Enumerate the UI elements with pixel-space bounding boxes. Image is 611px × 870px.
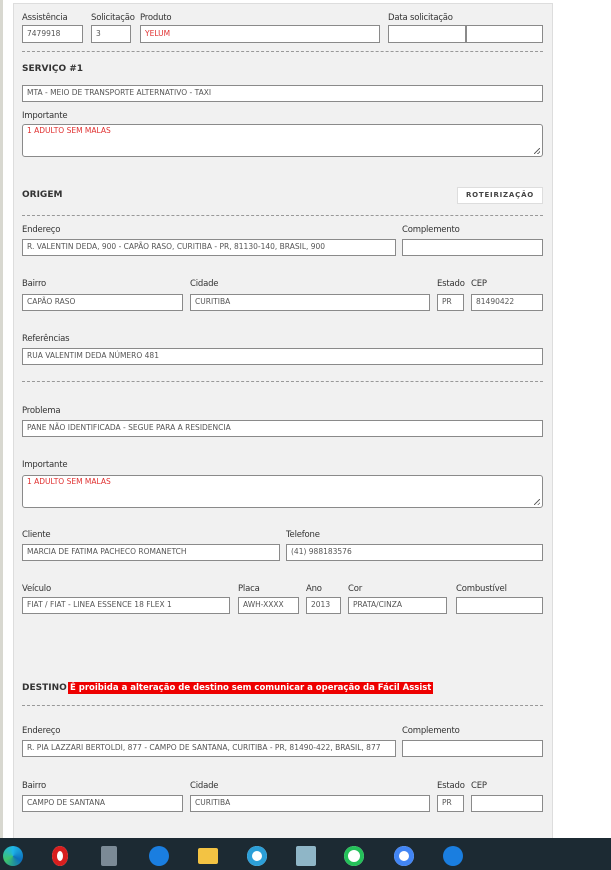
destino-estado-label: Estado — [437, 781, 465, 791]
google-maps-icon[interactable] — [394, 846, 414, 866]
origem-endereco-label: Endereço — [22, 225, 61, 235]
problema-input[interactable]: PANE NÃO IDENTIFICADA - SEGUE PARA A RES… — [22, 420, 543, 437]
destino-endereco-label: Endereço — [22, 726, 61, 736]
assistencia-input[interactable]: 7479918 — [22, 25, 83, 43]
phone-icon[interactable] — [149, 846, 169, 866]
solicitacao-input[interactable]: 3 — [91, 25, 131, 43]
origem-complemento-input[interactable] — [402, 239, 543, 256]
origem-estado-input[interactable]: PR — [437, 294, 464, 311]
origem-cep-label: CEP — [471, 279, 487, 289]
produto-input[interactable]: YELUM — [140, 25, 380, 43]
edge-icon[interactable] — [3, 846, 23, 866]
importante-text: 1 ADULTO SEM MALAS — [27, 126, 111, 135]
cliente-label: Cliente — [22, 530, 51, 540]
divider — [22, 51, 543, 52]
placa-input[interactable]: AWH-XXXX — [238, 597, 299, 614]
produto-label: Produto — [140, 13, 172, 23]
divider — [22, 705, 543, 706]
importante-text-2: 1 ADULTO SEM MALAS — [27, 477, 111, 486]
origem-cidade-input[interactable]: CURITIBA — [190, 294, 430, 311]
destino-cidade-input[interactable]: CURITIBA — [190, 795, 430, 812]
notepad-icon[interactable] — [296, 846, 316, 866]
ano-label: Ano — [306, 584, 322, 594]
destino-estado-input[interactable]: PR — [437, 795, 464, 812]
divider — [22, 381, 543, 382]
cliente-input[interactable]: MARCIA DE FATIMA PACHECO ROMANETCH — [22, 544, 280, 561]
taskbar — [0, 838, 611, 870]
combustivel-input[interactable] — [456, 597, 543, 614]
servico-tipo-input[interactable]: MTA - MEIO DE TRANSPORTE ALTERNATIVO - T… — [22, 85, 543, 102]
resize-grip-icon[interactable] — [534, 148, 540, 154]
ano-input[interactable]: 2013 — [306, 597, 341, 614]
destino-cep-input[interactable] — [471, 795, 543, 812]
data-solicitacao-date-input[interactable] — [388, 25, 466, 43]
importante-label-2: Importante — [22, 460, 68, 470]
assistencia-label: Assistência — [22, 13, 68, 23]
origem-bairro-input[interactable]: CAPÃO RASO — [22, 294, 183, 311]
destino-cep-label: CEP — [471, 781, 487, 791]
calculator-icon[interactable] — [101, 846, 117, 866]
combustivel-label: Combustível — [456, 584, 507, 594]
importante-textarea[interactable]: 1 ADULTO SEM MALAS — [22, 124, 543, 157]
phone-icon[interactable] — [443, 846, 463, 866]
referencias-input[interactable]: RUA VALENTIM DEDA NÚMERO 481 — [22, 348, 543, 365]
roteirizacao-button[interactable]: ROTEIRIZAÇÃO — [457, 187, 543, 204]
referencias-label: Referências — [22, 334, 70, 344]
destino-complemento-input[interactable] — [402, 740, 543, 757]
problema-label: Problema — [22, 406, 61, 416]
veiculo-label: Veículo — [22, 584, 51, 594]
origem-cidade-label: Cidade — [190, 279, 219, 289]
origem-bairro-label: Bairro — [22, 279, 47, 289]
divider — [22, 215, 543, 216]
whatsapp-icon[interactable] — [344, 846, 364, 866]
importante-label: Importante — [22, 111, 68, 121]
window-edge — [0, 0, 3, 870]
chrome-profile-icon[interactable] — [247, 846, 267, 866]
opera-icon[interactable] — [52, 846, 68, 866]
destino-bairro-input[interactable]: CAMPO DE SANTANA — [22, 795, 183, 812]
file-explorer-icon[interactable] — [198, 848, 218, 864]
cor-input[interactable]: PRATA/CINZA — [348, 597, 447, 614]
servico-title: SERVIÇO #1 — [22, 64, 84, 74]
veiculo-input[interactable]: FIAT / FIAT - LINEA ESSENCE 18 FLEX 1 — [22, 597, 230, 614]
origem-endereco-input[interactable]: R. VALENTIN DEDA, 900 - CAPÃO RASO, CURI… — [22, 239, 396, 256]
placa-label: Placa — [238, 584, 260, 594]
data-solicitacao-label: Data solicitação — [388, 13, 453, 23]
origem-estado-label: Estado — [437, 279, 465, 289]
importante-textarea-2[interactable]: 1 ADULTO SEM MALAS — [22, 475, 543, 508]
data-solicitacao-time-input[interactable] — [466, 25, 543, 43]
destino-endereco-input[interactable]: R. PIA LAZZARI BERTOLDI, 877 - CAMPO DE … — [22, 740, 396, 757]
destino-cidade-label: Cidade — [190, 781, 219, 791]
destino-warning-badge: É proibida a alteração de destino sem co… — [68, 682, 434, 694]
destino-title: DESTINO — [22, 683, 67, 693]
cor-label: Cor — [348, 584, 363, 594]
telefone-input[interactable]: (41) 988183576 — [286, 544, 543, 561]
resize-grip-icon[interactable] — [534, 499, 540, 505]
destino-complemento-label: Complemento — [402, 726, 460, 736]
origem-cep-input[interactable]: 81490422 — [471, 294, 543, 311]
destino-bairro-label: Bairro — [22, 781, 47, 791]
telefone-label: Telefone — [286, 530, 320, 540]
origem-title: ORIGEM — [22, 190, 63, 200]
solicitacao-label: Solicitação — [91, 13, 135, 23]
origem-complemento-label: Complemento — [402, 225, 460, 235]
